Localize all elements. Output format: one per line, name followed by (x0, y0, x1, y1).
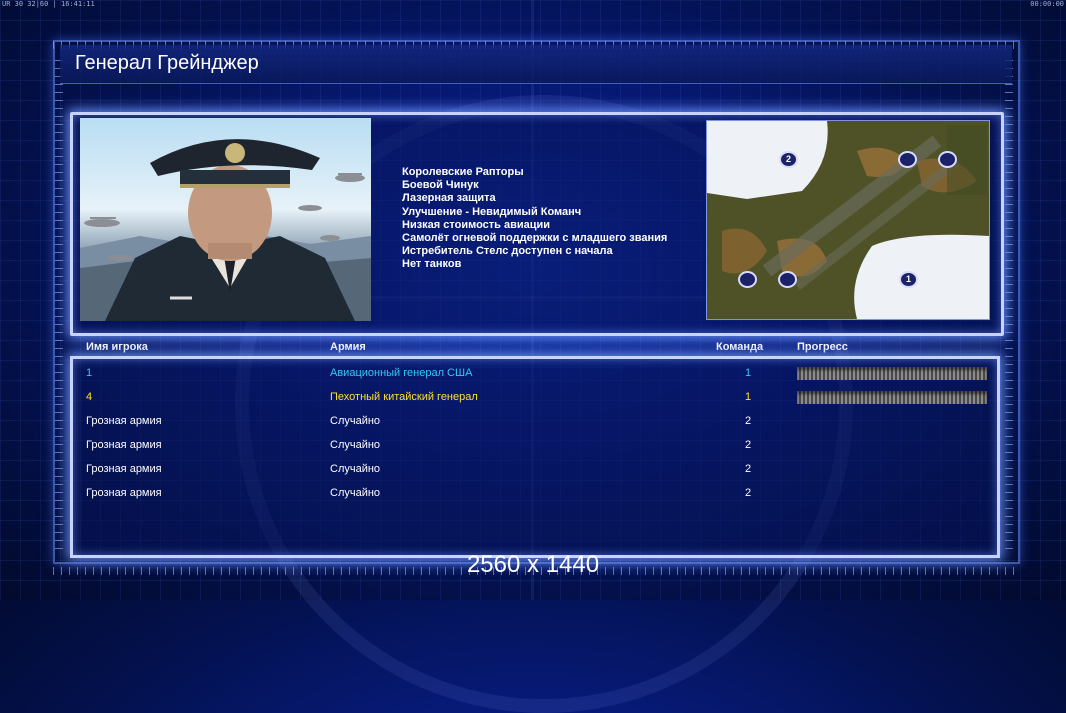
player-team: 1 (745, 391, 752, 403)
feature-item: Боевой Чинук (402, 179, 479, 192)
start-position-2[interactable]: 2 (779, 151, 798, 168)
feature-item: Нет танков (402, 258, 462, 271)
player-army: Авиационный генерал США (330, 367, 473, 379)
resolution-caption: 2560 x 1440 (466, 551, 600, 578)
player-army: Пехотный китайский генерал (330, 391, 478, 403)
player-name: Грозная армия (86, 415, 162, 427)
loading-progress-bar (797, 367, 987, 380)
player-row: 1 Авиационный генерал США 1 (73, 362, 991, 386)
player-army: Случайно (330, 463, 381, 475)
player-row: Грозная армия Случайно 2 (73, 434, 991, 458)
player-team: 2 (745, 415, 752, 427)
player-team: 1 (745, 367, 752, 379)
start-position-1[interactable]: 1 (899, 271, 918, 288)
player-army: Случайно (330, 439, 381, 451)
feature-item: Королевские Рапторы (402, 166, 524, 178)
player-team: 2 (745, 487, 752, 499)
player-name: 1 (86, 367, 93, 379)
start-position[interactable] (938, 151, 957, 168)
player-name: Грозная армия (86, 487, 162, 499)
player-row: Грозная армия Случайно 2 (73, 458, 991, 482)
player-army: Случайно (330, 487, 381, 499)
feature-item: Самолёт огневой поддержки с младшего зва… (402, 232, 668, 245)
fps-clock-readout: UR 30 32|60 | 16:41:11 (2, 0, 95, 8)
player-name: Грозная армия (86, 439, 162, 451)
game-timer: 00:00:00 (1030, 0, 1064, 8)
start-position[interactable] (778, 271, 797, 288)
ruler-left (55, 60, 63, 550)
feature-item: Лазерная защита (402, 192, 496, 205)
column-header-team: Команда (716, 341, 764, 353)
player-name: Грозная армия (86, 463, 162, 475)
player-team: 2 (745, 439, 752, 451)
general-portrait (80, 118, 371, 321)
player-row: Грозная армия Случайно 2 (73, 482, 991, 506)
debug-status-bar: UR 30 32|60 | 16:41:11 00:00:00 (0, 0, 1066, 9)
player-row: 4 Пехотный китайский генерал 1 (73, 386, 991, 410)
player-army: Случайно (330, 415, 381, 427)
general-portrait-image (80, 139, 371, 321)
ruler-right (1005, 60, 1013, 550)
column-header-player-name: Имя игрока (86, 341, 148, 353)
map-preview[interactable]: 2 1 (706, 120, 990, 320)
feature-item: Улучшение - Невидимый Команч (402, 205, 582, 218)
start-position[interactable] (898, 151, 917, 168)
feature-item: Истребитель Стелс доступен с начала (402, 245, 613, 258)
column-header-progress: Прогресс (797, 341, 848, 353)
page-title: Генерал Грейнджер (75, 52, 259, 74)
feature-item: Низкая стоимость авиации (402, 218, 551, 231)
start-position[interactable] (738, 271, 757, 288)
player-row: Грозная армия Случайно 2 (73, 410, 991, 434)
general-features-list: Королевские Рапторы Боевой Чинук Лазерна… (402, 166, 667, 272)
column-header-army: Армия (330, 341, 366, 353)
player-name: 4 (86, 391, 93, 403)
loading-progress-bar (797, 391, 987, 404)
player-team: 2 (745, 463, 752, 475)
